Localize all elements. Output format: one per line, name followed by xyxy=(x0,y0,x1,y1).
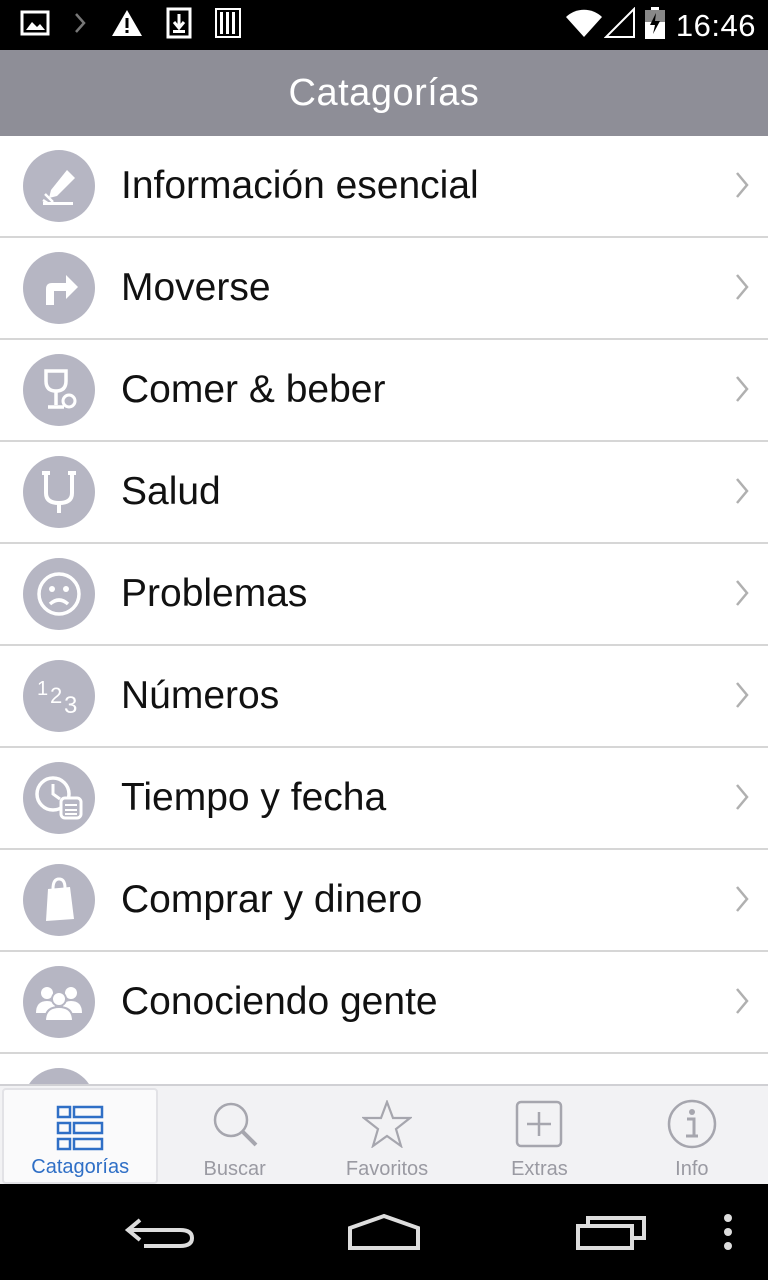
category-label: Información esencial xyxy=(121,164,479,207)
clock-calendar-icon xyxy=(23,762,95,834)
chevron-right-icon xyxy=(734,884,750,919)
list-grid-icon xyxy=(56,1102,104,1154)
barcode-icon xyxy=(214,7,242,44)
overflow-menu-icon[interactable] xyxy=(722,1212,734,1257)
tab-label: Extras xyxy=(511,1158,568,1180)
star-icon xyxy=(362,1098,413,1150)
category-row-moverse[interactable]: Moverse xyxy=(0,238,768,340)
svg-text:2: 2 xyxy=(50,683,62,708)
warning-icon xyxy=(110,8,144,43)
category-row-informacion-esencial[interactable]: Información esencial xyxy=(0,136,768,238)
category-icon xyxy=(23,1068,95,1084)
tab-info[interactable]: Info xyxy=(616,1086,768,1184)
info-icon xyxy=(667,1098,717,1150)
chevron-right-icon xyxy=(734,476,750,511)
page-title: Catagorías xyxy=(288,71,480,114)
category-row-partial[interactable] xyxy=(0,1054,768,1084)
category-row-conociendo-gente[interactable]: Conociendo gente xyxy=(0,952,768,1054)
numbers-icon: 123 xyxy=(23,660,95,732)
shopping-bag-icon xyxy=(23,864,95,936)
status-time: 16:46 xyxy=(675,7,756,43)
download-icon xyxy=(166,7,192,44)
svg-text:3: 3 xyxy=(64,692,77,719)
chevron-right-icon xyxy=(734,782,750,817)
chevron-right-icon xyxy=(72,10,88,41)
category-label: Tiempo y fecha xyxy=(121,776,387,819)
category-row-tiempo-fecha[interactable]: Tiempo y fecha xyxy=(0,748,768,850)
tab-buscar[interactable]: Buscar xyxy=(158,1086,310,1184)
tab-extras[interactable]: Extras xyxy=(463,1086,615,1184)
category-row-problemas[interactable]: Problemas xyxy=(0,544,768,646)
home-icon[interactable] xyxy=(346,1212,422,1257)
system-nav-bar xyxy=(0,1184,768,1280)
category-row-salud[interactable]: Salud xyxy=(0,442,768,544)
category-label: Conociendo gente xyxy=(121,980,438,1023)
category-row-numeros[interactable]: 123 Números xyxy=(0,646,768,748)
tab-label: Buscar xyxy=(203,1158,266,1180)
status-bar: 16:46 xyxy=(0,0,768,50)
chevron-right-icon xyxy=(734,578,750,613)
app-header: Catagorías xyxy=(0,50,768,136)
category-label: Comer & beber xyxy=(121,368,386,411)
chevron-right-icon xyxy=(734,272,750,307)
turn-right-arrow-icon xyxy=(23,252,95,324)
tab-favoritos[interactable]: Favoritos xyxy=(311,1086,463,1184)
people-icon xyxy=(23,966,95,1038)
svg-text:1: 1 xyxy=(37,678,48,700)
image-icon xyxy=(20,10,50,41)
chevron-right-icon xyxy=(734,170,750,205)
chevron-right-icon xyxy=(734,986,750,1021)
plus-box-icon xyxy=(515,1098,563,1150)
category-label: Comprar y dinero xyxy=(121,878,423,921)
chevron-right-icon xyxy=(734,680,750,715)
pencil-icon xyxy=(23,150,95,222)
search-icon xyxy=(211,1098,259,1150)
wifi-icon xyxy=(564,7,604,44)
chevron-right-icon xyxy=(734,374,750,409)
battery-icon xyxy=(644,6,666,45)
category-list[interactable]: Información esencial Moverse Comer & beb… xyxy=(0,136,768,1084)
signal-icon xyxy=(603,6,636,44)
tab-label: Info xyxy=(675,1158,709,1180)
tab-label: Favoritos xyxy=(345,1158,429,1180)
category-label: Problemas xyxy=(121,572,308,615)
category-label: Números xyxy=(121,674,280,717)
category-row-comprar-dinero[interactable]: Comprar y dinero xyxy=(0,850,768,952)
sad-face-icon xyxy=(23,558,95,630)
category-label: Moverse xyxy=(121,266,271,309)
tab-catagorias[interactable]: Catagorías xyxy=(2,1088,159,1184)
tab-label: Catagorías xyxy=(31,1156,130,1178)
stethoscope-icon xyxy=(23,456,95,528)
category-label: Salud xyxy=(121,470,221,513)
wine-glass-icon xyxy=(23,354,95,426)
category-row-comer-beber[interactable]: Comer & beber xyxy=(0,340,768,442)
tab-bar: Catagorías Buscar Favoritos Extras Info xyxy=(0,1084,768,1184)
back-icon[interactable] xyxy=(124,1212,196,1257)
recent-apps-icon[interactable] xyxy=(574,1212,648,1257)
